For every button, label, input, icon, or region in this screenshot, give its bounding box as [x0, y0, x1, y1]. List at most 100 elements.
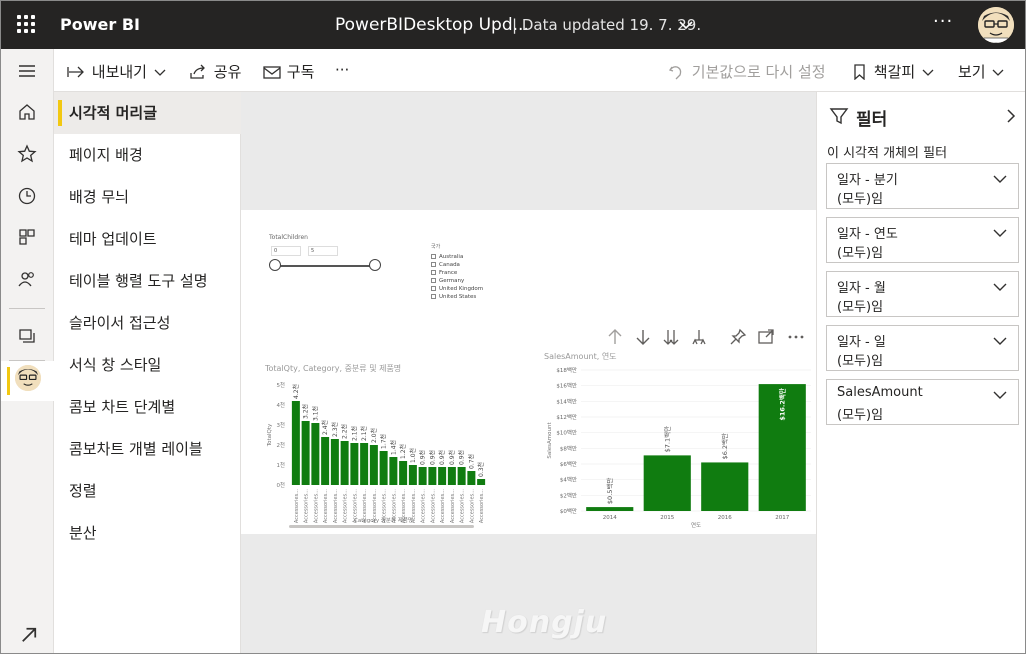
y-tick-label: $18백만: [556, 366, 577, 374]
country-label: Canada: [439, 262, 460, 268]
filter-card[interactable]: 일자 - 월 (모두)임: [826, 271, 1019, 317]
next-level-icon[interactable]: [662, 328, 680, 346]
chevron-down-icon[interactable]: [678, 17, 694, 33]
country-option[interactable]: Canada: [431, 262, 460, 268]
app-launcher-icon[interactable]: [17, 15, 35, 33]
page-item[interactable]: 테마 업데이트: [54, 218, 241, 260]
data-label: 0.9천: [428, 450, 436, 465]
page-item-label: 테마 업데이트: [69, 230, 157, 248]
subscribe-label: 구독: [286, 63, 315, 81]
country-option[interactable]: United States: [431, 294, 476, 300]
expand-hierarchy-icon[interactable]: [690, 328, 708, 346]
hamburger-menu-icon[interactable]: [17, 61, 37, 81]
chart-bar: [311, 423, 320, 485]
chart-bar: [457, 467, 466, 485]
chevron-down-icon[interactable]: [992, 227, 1008, 239]
country-option[interactable]: Australia: [431, 254, 463, 260]
chart-bar: [399, 461, 408, 485]
report-title[interactable]: PowerBIDesktop Upd...: [335, 15, 529, 35]
filter-section-label: 이 시각적 개체의 필터: [827, 146, 948, 161]
data-label: 3.1천: [311, 406, 319, 421]
data-label: 3.2천: [302, 404, 310, 419]
collapse-pane-icon[interactable]: [1004, 108, 1018, 124]
subscribe-button[interactable]: 구독: [262, 61, 314, 82]
slicer-handle-high[interactable]: [369, 259, 381, 271]
view-label: 보기: [958, 63, 986, 81]
y-tick-label: $16백만: [556, 382, 577, 390]
rail-divider: [9, 308, 45, 309]
page-item[interactable]: 서식 창 스타일: [54, 344, 241, 386]
page-item[interactable]: 시각적 머리글: [54, 92, 241, 134]
chart-bar: [477, 479, 486, 485]
share-label: 공유: [213, 63, 242, 81]
chart-bar: [428, 467, 437, 485]
user-avatar[interactable]: [978, 7, 1014, 43]
filter-name: SalesAmount: [837, 385, 923, 400]
view-menu[interactable]: 보기: [958, 61, 1006, 82]
country-label: France: [439, 270, 458, 276]
slicer-min-input[interactable]: 0: [271, 246, 301, 256]
page-item[interactable]: 콤보 차트 단계별: [54, 386, 241, 428]
slicer-max-input[interactable]: 5: [308, 246, 338, 256]
apps-icon[interactable]: [17, 227, 37, 247]
x-tick-label: Accessories...: [479, 489, 485, 523]
drill-down-icon[interactable]: [634, 328, 652, 346]
chevron-down-icon: [922, 69, 934, 76]
chart-bar: [301, 421, 310, 485]
filter-card[interactable]: 일자 - 일 (모두)임: [826, 325, 1019, 371]
filter-card[interactable]: 일자 - 분기 (모두)임: [826, 163, 1019, 209]
expand-arrow-icon[interactable]: [19, 625, 39, 645]
pages-list: 시각적 머리글 페이지 배경 배경 무늬 테마 업데이트 테이블 행렬 도구 설…: [54, 92, 241, 653]
bookmarks-label: 책갈피: [873, 63, 916, 81]
focus-mode-icon[interactable]: [757, 328, 775, 346]
slicer-title: TotalChildren: [269, 234, 308, 241]
filter-pane-title: 필터: [856, 110, 888, 130]
y-axis-title: TotalQty: [267, 423, 273, 447]
filter-card[interactable]: SalesAmount (모두)임: [826, 379, 1019, 425]
workspace-avatar[interactable]: [15, 365, 41, 391]
export-menu[interactable]: 내보내기: [67, 61, 168, 82]
chevron-down-icon[interactable]: [992, 389, 1008, 401]
country-option[interactable]: United Kingdom: [431, 286, 483, 292]
bookmarks-menu[interactable]: 책갈피: [851, 61, 936, 82]
sales-bar-chart[interactable]: $0백만 $2백만 $4백만 $6백만 $8백만 $10백만 $12백만 $14백만 $16백만…: [541, 360, 813, 534]
checkbox-icon: [431, 286, 436, 291]
page-item[interactable]: 테이블 행렬 도구 설명: [54, 260, 241, 302]
pin-icon[interactable]: [729, 328, 747, 346]
page-item[interactable]: 콤보차트 개별 레이블: [54, 428, 241, 470]
page-item[interactable]: 슬라이서 접근성: [54, 302, 241, 344]
x-tick-label: Accessories...: [469, 489, 475, 523]
country-option[interactable]: Germany: [431, 278, 464, 284]
chevron-down-icon[interactable]: [992, 173, 1008, 185]
more-actions-button[interactable]: ···: [335, 61, 349, 79]
page-item-label: 테이블 행렬 도구 설명: [69, 272, 208, 290]
data-label: 0.9천: [419, 450, 427, 465]
page-item[interactable]: 페이지 배경: [54, 134, 241, 176]
page-item[interactable]: 배경 무늬: [54, 176, 241, 218]
page-item[interactable]: 분산: [54, 512, 241, 554]
country-option[interactable]: France: [431, 270, 457, 276]
y-tick-label: $14백만: [556, 397, 577, 405]
page-item[interactable]: 정렬: [54, 470, 241, 512]
share-button[interactable]: 공유: [189, 61, 241, 82]
drill-up-icon[interactable]: [606, 328, 624, 346]
favorites-star-icon[interactable]: [17, 144, 37, 164]
filter-value: (모두)임: [837, 246, 884, 261]
app-name[interactable]: Power BI: [60, 15, 140, 34]
recent-clock-icon[interactable]: [17, 186, 37, 206]
workspaces-icon[interactable]: [17, 326, 37, 346]
reset-to-default-button[interactable]: 기본값으로 다시 설정: [667, 61, 826, 82]
chevron-down-icon: [992, 69, 1004, 76]
more-options-icon[interactable]: [786, 328, 806, 346]
more-options-button[interactable]: ···: [933, 11, 953, 32]
chevron-down-icon[interactable]: [992, 335, 1008, 347]
bookmark-icon: [854, 64, 865, 81]
filter-name: 일자 - 분기: [837, 173, 898, 188]
qty-bar-chart[interactable]: 0천 1천 2천 3천 4천 5천 TotalQty 4.2천 Accessories... 3.…: [261, 370, 496, 534]
filter-card[interactable]: 일자 - 연도 (모두)임: [826, 217, 1019, 263]
chevron-down-icon[interactable]: [992, 281, 1008, 293]
shared-with-me-icon[interactable]: [17, 269, 37, 289]
slicer-handle-low[interactable]: [269, 259, 281, 271]
selected-indicator: [58, 100, 62, 126]
home-icon[interactable]: [17, 102, 37, 122]
